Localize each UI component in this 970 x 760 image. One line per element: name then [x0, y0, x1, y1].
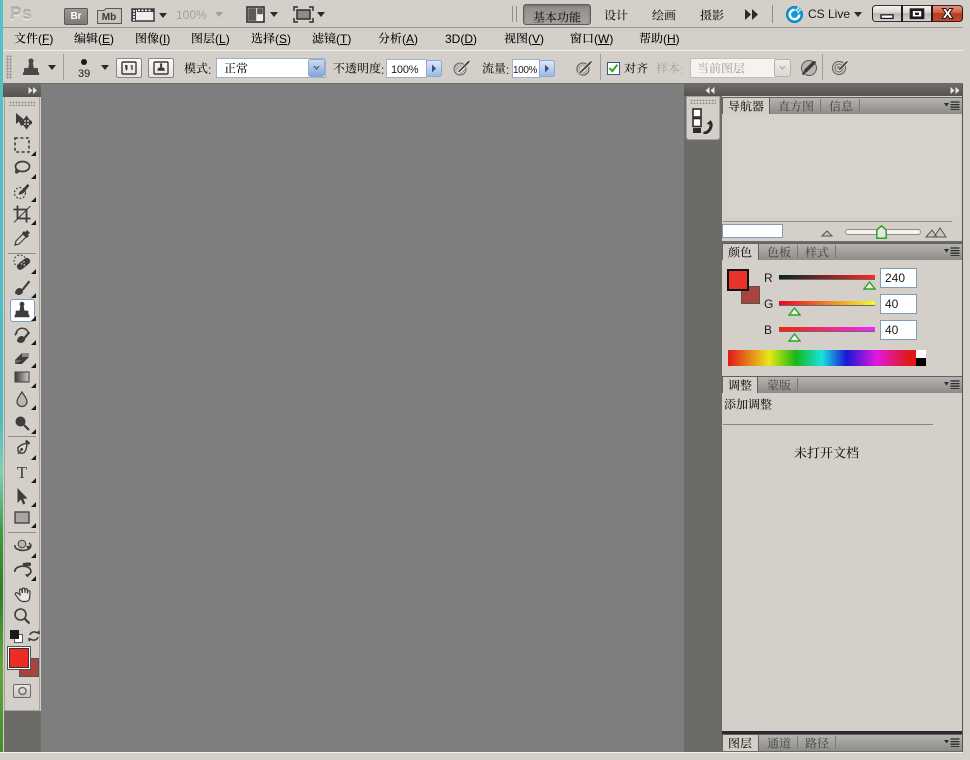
svg-text:Mb: Mb	[102, 12, 116, 23]
svg-text:T: T	[17, 463, 28, 482]
svg-text:X: X	[943, 7, 952, 21]
